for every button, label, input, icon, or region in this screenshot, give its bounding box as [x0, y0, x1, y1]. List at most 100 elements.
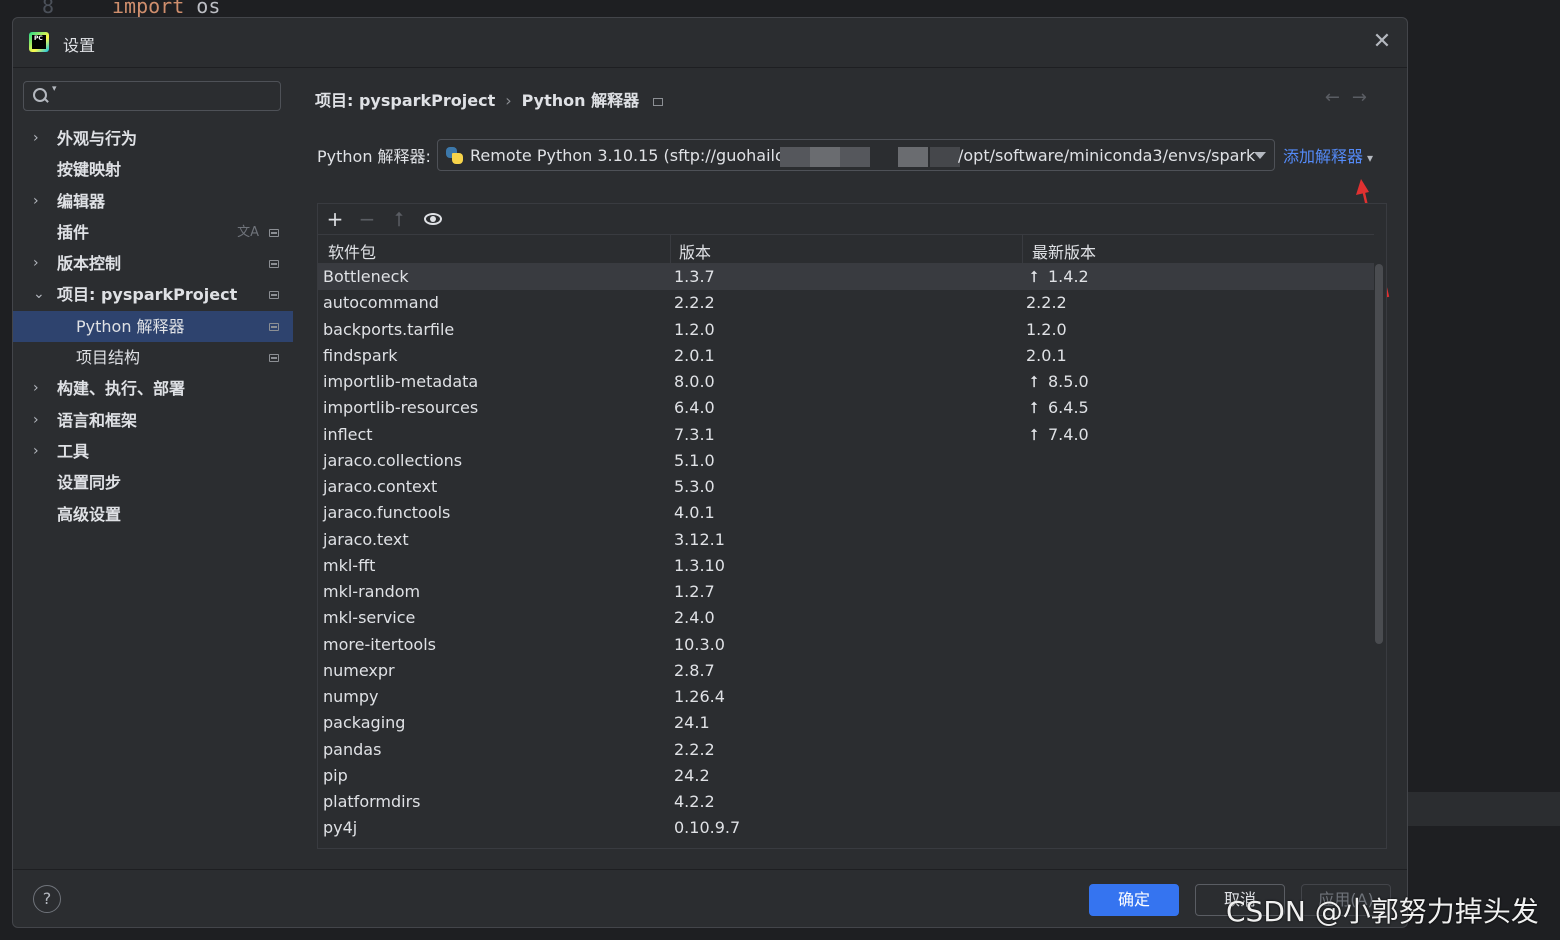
- table-row[interactable]: platformdirs 4.2.2: [318, 789, 1374, 815]
- add-interpreter-link[interactable]: 添加解释器 ▾: [1283, 143, 1373, 167]
- breadcrumb-project[interactable]: 项目: pysparkProject: [315, 91, 495, 110]
- dialog-title: 设置: [63, 36, 96, 55]
- dialog-footer: ? 确定 取消 应用(A): [13, 869, 1407, 927]
- table-row[interactable]: inflect 7.3.1 ⭡ 7.4.0: [318, 422, 1374, 448]
- table-row[interactable]: pandas 2.2.2: [318, 737, 1374, 763]
- sidebar-item[interactable]: › 语言和框架: [13, 405, 293, 436]
- column-header-package[interactable]: 软件包: [328, 239, 376, 263]
- interpreter-dropdown[interactable]: Remote Python 3.10.15 (sftp://guohailo /…: [437, 139, 1275, 171]
- package-name: pandas: [323, 739, 382, 759]
- column-header-latest[interactable]: 最新版本: [1032, 239, 1096, 263]
- table-row[interactable]: jaraco.collections 5.1.0: [318, 448, 1374, 474]
- table-row[interactable]: findspark 2.0.1 2.0.1: [318, 343, 1374, 369]
- chevron-right-icon[interactable]: ›: [33, 123, 47, 154]
- sidebar-item[interactable]: › 工具: [13, 436, 293, 467]
- chevron-down-icon: ▾: [52, 84, 57, 94]
- table-row[interactable]: autocommand 2.2.2 2.2.2: [318, 290, 1374, 316]
- settings-search-input[interactable]: ▾: [23, 81, 281, 111]
- latest-version-text: 2.2.2: [1026, 293, 1067, 313]
- column-header-version[interactable]: 版本: [679, 239, 711, 263]
- sidebar-item-label: 按键映射: [57, 160, 122, 180]
- sidebar-item[interactable]: 设置同步: [13, 467, 293, 498]
- sidebar-item-label: 工具: [57, 441, 90, 461]
- package-version: 2.2.2: [674, 293, 715, 313]
- package-latest-version: ⭡ 8.5.0: [1026, 372, 1089, 392]
- package-name: numpy: [323, 687, 379, 706]
- package-name: jaraco.functools: [323, 503, 451, 523]
- translate-icon: 文A: [237, 224, 259, 240]
- table-row[interactable]: numexpr 2.8.7: [318, 658, 1374, 684]
- sidebar-item-label: 项目: pysparkProject: [57, 285, 238, 305]
- sidebar-item[interactable]: 高级设置: [13, 499, 293, 530]
- ok-button[interactable]: 确定: [1089, 884, 1179, 916]
- table-row[interactable]: mkl-fft 1.3.10: [318, 553, 1374, 579]
- column-divider[interactable]: [670, 235, 671, 264]
- sidebar-item-label: 语言和框架: [57, 410, 138, 430]
- upgrade-package-button[interactable]: ⭡: [388, 208, 410, 230]
- sidebar-item[interactable]: 插件 文A: [13, 217, 293, 248]
- table-row[interactable]: packaging 24.1: [318, 710, 1374, 736]
- sidebar-item[interactable]: 项目结构: [13, 342, 293, 373]
- remove-package-button[interactable]: −: [356, 208, 378, 230]
- packages-table-body: Bottleneck 1.3.7 ⭡ 1.4.2 autocommand 2.2.2 2.2…: [318, 264, 1374, 842]
- project-scope-icon: [269, 291, 279, 300]
- column-divider[interactable]: [1022, 235, 1023, 264]
- latest-version-text: 8.5.0: [1048, 372, 1089, 391]
- table-scrollbar[interactable]: [1375, 264, 1383, 644]
- chevron-right-icon[interactable]: ›: [33, 186, 47, 217]
- help-button[interactable]: ?: [33, 885, 61, 913]
- table-row[interactable]: py4j 0.10.9.7: [318, 815, 1374, 841]
- add-package-button[interactable]: +: [324, 208, 346, 230]
- table-row[interactable]: Bottleneck 1.3.7 ⭡ 1.4.2: [318, 264, 1374, 291]
- table-row[interactable]: jaraco.text 3.12.1: [318, 527, 1374, 553]
- code-module: os: [196, 0, 221, 18]
- sidebar-item[interactable]: › 外观与行为: [13, 123, 293, 154]
- table-row[interactable]: mkl-service 2.4.0: [318, 605, 1374, 631]
- package-version: 2.4.0: [674, 608, 715, 628]
- sidebar-item[interactable]: › 编辑器: [13, 186, 293, 217]
- sidebar-item[interactable]: 按键映射: [13, 154, 293, 185]
- table-row[interactable]: numpy 1.26.4: [318, 684, 1374, 710]
- package-name: jaraco.collections: [323, 450, 463, 470]
- settings-main-panel: 项目: pysparkProject › Python 解释器 ←→ Python …: [293, 69, 1407, 869]
- package-version: 6.4.0: [674, 398, 715, 418]
- settings-nav-tree: › 外观与行为 按键映射 › 编辑器 插件 文A › 版本控制 ⌄ 项目: pysparkProje…: [13, 123, 293, 530]
- redacted-block: [780, 147, 810, 167]
- chevron-right-icon[interactable]: ›: [33, 248, 47, 279]
- chevron-right-icon[interactable]: ›: [33, 373, 47, 404]
- package-name: jaraco.text: [323, 529, 409, 549]
- table-row[interactable]: importlib-metadata 8.0.0 ⭡ 8.5.0: [318, 369, 1374, 395]
- project-scope-icon: [269, 354, 279, 363]
- back-arrow-icon[interactable]: ←: [1325, 87, 1352, 108]
- close-icon[interactable]: ✕: [1371, 31, 1393, 54]
- chevron-right-icon[interactable]: ›: [33, 436, 47, 467]
- show-early-releases-button[interactable]: [422, 208, 444, 230]
- project-scope-icon: [653, 97, 664, 106]
- package-name: backports.tarfile: [323, 319, 455, 339]
- table-row[interactable]: importlib-resources 6.4.0 ⭡ 6.4.5: [318, 395, 1374, 421]
- chevron-down-icon[interactable]: ⌄: [33, 279, 47, 310]
- forward-arrow-icon[interactable]: →: [1352, 87, 1379, 108]
- package-version: 1.2.0: [674, 319, 715, 339]
- package-version: 4.2.2: [674, 792, 715, 811]
- table-row[interactable]: more-itertools 10.3.0: [318, 632, 1374, 658]
- table-row[interactable]: mkl-random 1.2.7: [318, 579, 1374, 605]
- sidebar-item[interactable]: › 构建、执行、部署: [13, 373, 293, 404]
- add-interpreter-label: 添加解释器: [1283, 147, 1364, 166]
- package-latest-version: ⭡ 7.4.0: [1026, 425, 1088, 445]
- sidebar-item[interactable]: Python 解释器: [13, 310, 293, 343]
- package-latest-version: 2.2.2: [1026, 293, 1067, 312]
- package-name: autocommand: [323, 293, 439, 313]
- package-latest-version: ⭡ 1.4.2: [1026, 267, 1088, 287]
- line-number: 8: [42, 0, 55, 18]
- table-row[interactable]: pip 24.2: [318, 763, 1374, 789]
- chevron-right-icon[interactable]: ›: [33, 405, 47, 436]
- package-name: inflect: [323, 424, 373, 444]
- table-row[interactable]: jaraco.functools 4.0.1: [318, 500, 1374, 526]
- package-version: 2.8.7: [674, 660, 715, 680]
- table-row[interactable]: jaraco.context 5.3.0: [318, 474, 1374, 500]
- sidebar-item[interactable]: ⌄ 项目: pysparkProject: [13, 279, 293, 310]
- sidebar-item[interactable]: › 版本控制: [13, 248, 293, 279]
- sidebar-item-label: 版本控制: [57, 254, 122, 274]
- table-row[interactable]: backports.tarfile 1.2.0 1.2.0: [318, 317, 1374, 343]
